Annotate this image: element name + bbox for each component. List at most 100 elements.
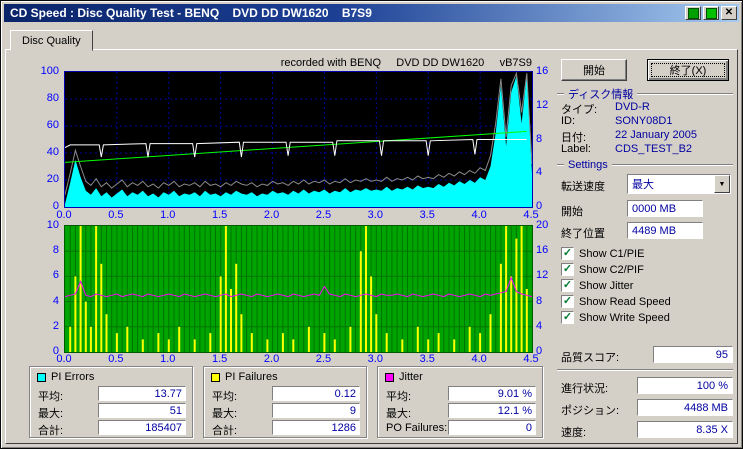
checkbox-show-jitter[interactable]: ✓ xyxy=(561,279,574,292)
axis-tick-label: 0.5 xyxy=(101,353,131,365)
settings-title: Settings xyxy=(564,159,612,171)
checkbox-label: Show C1/PIE xyxy=(579,248,644,260)
stat-value: 12.1 % xyxy=(498,405,532,417)
start-position-field[interactable]: 0000 MB xyxy=(627,200,703,217)
axis-tick-label: 1.0 xyxy=(153,209,183,221)
checkbox-label: Show Read Speed xyxy=(579,296,671,308)
stat-label: 合計: xyxy=(38,422,63,438)
pi-failures-title: PI Failures xyxy=(225,371,278,383)
check-icon: ✓ xyxy=(563,296,572,307)
end-position-field[interactable]: 4489 MB xyxy=(627,222,703,239)
checkbox-label: Show Jitter xyxy=(579,280,633,292)
exit-button-label: 終了(X) xyxy=(670,62,707,78)
speed-dropdown-button[interactable]: ▼ xyxy=(714,175,730,193)
titlebar[interactable]: CD Speed : Disc Quality Test - BENQ DVD … xyxy=(4,4,739,22)
axis-tick-label: 2 xyxy=(27,320,59,332)
pi-errors-max-field: 51 xyxy=(98,403,186,418)
pi-failures-box: PI Failures 平均: 0.12 最大: 9 合計: 1286 xyxy=(203,366,367,438)
position-label: ポジション: xyxy=(561,402,619,418)
axis-tick-label: 12 xyxy=(536,269,560,281)
separator xyxy=(557,369,733,371)
check-icon: ✓ xyxy=(563,280,572,291)
start-button[interactable]: 開始 xyxy=(561,59,627,81)
axis-tick-label: 1.5 xyxy=(205,209,235,221)
stat-value: 185407 xyxy=(145,422,182,434)
axis-tick-label: 4.5 xyxy=(516,353,546,365)
pi-errors-box: PI Errors 平均: 13.77 最大: 51 合計: 185407 xyxy=(29,366,193,438)
axis-tick-label: 2.0 xyxy=(257,209,287,221)
axis-tick-label: 2.5 xyxy=(308,209,338,221)
pi-errors-swatch xyxy=(37,373,46,382)
checkbox-row-jitter: ✓ Show Jitter xyxy=(561,279,633,292)
disc-label-label: Label: xyxy=(561,143,591,155)
stat-label: 最大: xyxy=(212,405,237,421)
read-speed-series xyxy=(65,131,527,162)
checkbox-row-write-speed: ✓ Show Write Speed xyxy=(561,311,670,324)
green-disc-icon xyxy=(706,8,717,19)
surface-noise-series xyxy=(65,73,532,195)
end-position-value: 4489 MB xyxy=(632,225,676,237)
titlebar-graph-icon-button[interactable] xyxy=(685,6,701,20)
stat-label: 最大: xyxy=(38,405,63,421)
pie-scan-chart xyxy=(64,71,533,208)
quality-score-value: 95 xyxy=(716,349,728,361)
disc-id-label: ID: xyxy=(561,115,575,127)
checkbox-show-write-speed[interactable]: ✓ xyxy=(561,311,574,324)
checkbox-show-c1pie[interactable]: ✓ xyxy=(561,247,574,260)
stat-value: 0.12 xyxy=(335,388,356,400)
axis-tick-label: 3.0 xyxy=(360,209,390,221)
axis-tick-label: 0.0 xyxy=(49,353,79,365)
checkbox-show-read-speed[interactable]: ✓ xyxy=(561,295,574,308)
chevron-down-icon: ▼ xyxy=(719,181,726,188)
pi-failures-avg-field: 0.12 xyxy=(272,386,360,401)
close-button[interactable]: ✕ xyxy=(721,6,737,20)
grid xyxy=(65,226,532,352)
jitter-box: Jitter 平均: 9.01 % 最大: 12.1 % PO Failures… xyxy=(377,366,543,438)
stat-value: 1286 xyxy=(332,422,356,434)
speed-field: 8.35 X xyxy=(637,421,733,438)
checkbox-row-c2pif: ✓ Show C2/PIF xyxy=(561,263,644,276)
stat-label: 平均: xyxy=(38,388,63,404)
pi-failures-max-field: 9 xyxy=(272,403,360,418)
transfer-speed-combobox[interactable]: 最大 ▼ xyxy=(627,174,731,194)
stat-label: 最大: xyxy=(386,405,411,421)
pi-errors-title: PI Errors xyxy=(51,371,94,383)
chart-recorded-header: recorded with BENQ DVD DD DW1620 vB7S9 xyxy=(201,57,532,69)
tab-disc-quality[interactable]: Disc Quality xyxy=(10,30,93,51)
checkbox-show-c2pif[interactable]: ✓ xyxy=(561,263,574,276)
end-position-label: 終了位置 xyxy=(561,225,605,241)
axis-tick-label: 8 xyxy=(536,133,560,145)
po-failures-field: 0 xyxy=(448,420,536,435)
axis-tick-label: 4 xyxy=(27,295,59,307)
progress-field: 100 % xyxy=(637,377,733,394)
stat-label: PO Failures: xyxy=(386,422,447,434)
quality-score-label: 品質スコア: xyxy=(561,349,619,365)
axis-tick-label: 0.5 xyxy=(101,209,131,221)
axis-tick-label: 8 xyxy=(27,244,59,256)
titlebar-disc-icon-button[interactable] xyxy=(703,6,719,20)
disc-date-value: 22 January 2005 xyxy=(615,129,697,141)
axis-tick-label: 16 xyxy=(536,244,560,256)
progress-label: 進行状況: xyxy=(561,380,608,396)
axis-tick-label: 100 xyxy=(27,65,59,77)
pi-failures-total-field: 1286 xyxy=(272,420,360,435)
settings-section-header: Settings xyxy=(557,159,733,171)
pi-errors-header: PI Errors xyxy=(37,371,94,383)
axis-tick-label: 4.0 xyxy=(464,209,494,221)
close-icon: ✕ xyxy=(725,8,733,18)
axis-tick-label: 12 xyxy=(536,99,560,111)
axis-tick-label: 4 xyxy=(536,166,560,178)
start-position-value: 0000 MB xyxy=(632,203,676,215)
pi-errors-avg-field: 13.77 xyxy=(98,386,186,401)
stat-label: 平均: xyxy=(386,388,411,404)
pi-failures-header: PI Failures xyxy=(211,371,278,383)
disc-type-value: DVD-R xyxy=(615,101,650,113)
axis-tick-label: 1.5 xyxy=(205,353,235,365)
speed-label: 速度: xyxy=(561,424,586,440)
green-graph-icon xyxy=(688,8,699,19)
transfer-speed-label: 転送速度 xyxy=(561,178,605,194)
axis-tick-label: 20 xyxy=(27,173,59,185)
window-title: CD Speed : Disc Quality Test - BENQ DVD … xyxy=(10,6,683,20)
exit-button[interactable]: 終了(X) xyxy=(647,59,729,81)
checkbox-row-read-speed: ✓ Show Read Speed xyxy=(561,295,671,308)
